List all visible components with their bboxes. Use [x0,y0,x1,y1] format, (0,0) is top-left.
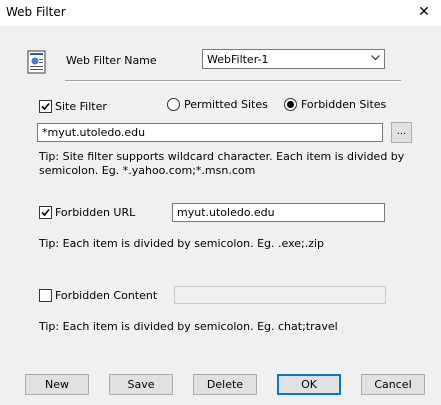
forbidden-content-input[interactable] [174,286,386,304]
web-filter-name-value: WebFilter-1 [207,53,269,66]
browse-button[interactable]: ... [391,122,412,143]
site-filter-tip-line2: semicolon. Eg. *.yahoo.com;*.msn.com [39,164,256,177]
site-filter-checkbox[interactable] [39,100,52,113]
forbidden-url-tip: Tip: Each item is divided by semicolon. … [39,237,325,250]
site-filter-input[interactable] [37,123,383,142]
separator [65,80,401,82]
forbidden-url-input[interactable] [172,203,385,222]
forbidden-content-tip: Tip: Each item is divided by semicolon. … [39,320,338,333]
delete-button[interactable]: Delete [193,374,257,395]
forbidden-content-checkbox[interactable] [39,289,52,302]
save-button[interactable]: Save [109,374,173,395]
permitted-sites-radio[interactable] [167,98,180,111]
forbidden-content-label: Forbidden Content [55,289,158,302]
new-button[interactable]: New [25,374,89,395]
site-filter-label: Site Filter [55,100,107,113]
cancel-button[interactable]: Cancel [361,374,425,395]
forbidden-sites-label: Forbidden Sites [301,98,387,111]
checkmark-icon [41,208,50,217]
web-filter-name-select[interactable]: WebFilter-1 [202,49,385,69]
forbidden-url-label: Forbidden URL [55,206,136,219]
document-icon [27,50,46,74]
forbidden-url-checkbox[interactable] [39,206,52,219]
title-bar: Web Filter ✕ [0,0,441,26]
forbidden-sites-radio[interactable] [284,98,297,111]
radio-selected-dot [287,101,294,108]
chevron-down-icon [371,55,380,61]
close-icon[interactable]: ✕ [416,4,432,20]
checkmark-icon [41,102,50,111]
permitted-sites-label: Permitted Sites [184,98,268,111]
ok-button[interactable]: OK [277,374,341,395]
window-title: Web Filter [6,5,66,19]
web-filter-name-label: Web Filter Name [66,54,157,67]
site-filter-tip-line1: Tip: Site filter supports wildcard chara… [39,150,405,163]
